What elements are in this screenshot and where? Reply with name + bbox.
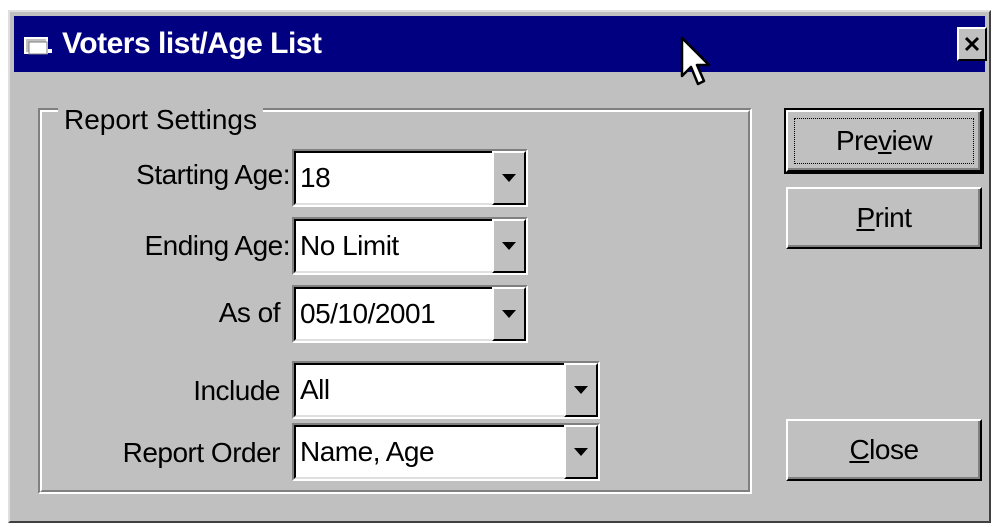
ending-age-value: No Limit	[300, 230, 399, 261]
print-button[interactable]: Print	[786, 187, 982, 249]
as-of-dropdown-button[interactable]	[492, 287, 526, 341]
report-order-dropdown-button[interactable]	[564, 425, 598, 479]
ending-age-dropdown-button[interactable]	[492, 219, 526, 273]
include-value: All	[300, 374, 330, 405]
dropdown-arrow-icon	[574, 386, 588, 394]
window-title: Voters list/Age List	[62, 27, 322, 60]
preview-button-label: Preview	[835, 125, 933, 156]
as-of-label: As of	[218, 297, 281, 328]
dropdown-arrow-icon	[502, 242, 516, 250]
ending-age-label: Ending Age:	[144, 230, 290, 261]
include-combo[interactable]: All	[292, 361, 600, 419]
starting-age-combo[interactable]: 18	[292, 149, 528, 207]
dropdown-arrow-icon	[574, 448, 588, 456]
starting-age-dropdown-button[interactable]	[492, 151, 526, 205]
ending-age-combo[interactable]: No Limit	[292, 217, 528, 275]
include-dropdown-button[interactable]	[564, 363, 598, 417]
report-order-label: Report Order	[122, 437, 281, 468]
dropdown-arrow-icon	[502, 310, 516, 318]
as-of-value: 05/10/2001	[300, 298, 436, 329]
close-window-button[interactable]	[957, 27, 987, 61]
starting-age-label: Starting Age:	[136, 159, 290, 190]
report-order-combo[interactable]: Name, Age	[292, 423, 600, 481]
print-button-label: Print	[856, 202, 912, 233]
as-of-combo[interactable]: 05/10/2001	[292, 285, 528, 343]
close-button[interactable]: Close	[786, 419, 982, 481]
include-label: Include	[193, 375, 280, 406]
preview-button[interactable]: Preview	[784, 108, 984, 174]
starting-age-value: 18	[300, 162, 331, 193]
dropdown-arrow-icon	[502, 174, 516, 182]
app-folder-icon	[24, 37, 52, 55]
report-settings-legend: Report Settings	[58, 103, 263, 137]
report-order-value: Name, Age	[300, 436, 435, 467]
title-bar[interactable]: Voters list/Age List	[14, 16, 987, 72]
close-button-label: Close	[849, 434, 919, 465]
mouse-pointer-icon	[680, 36, 711, 86]
close-icon	[964, 36, 980, 52]
dialog-window: Voters list/Age List Report Settings Sta…	[8, 10, 991, 523]
